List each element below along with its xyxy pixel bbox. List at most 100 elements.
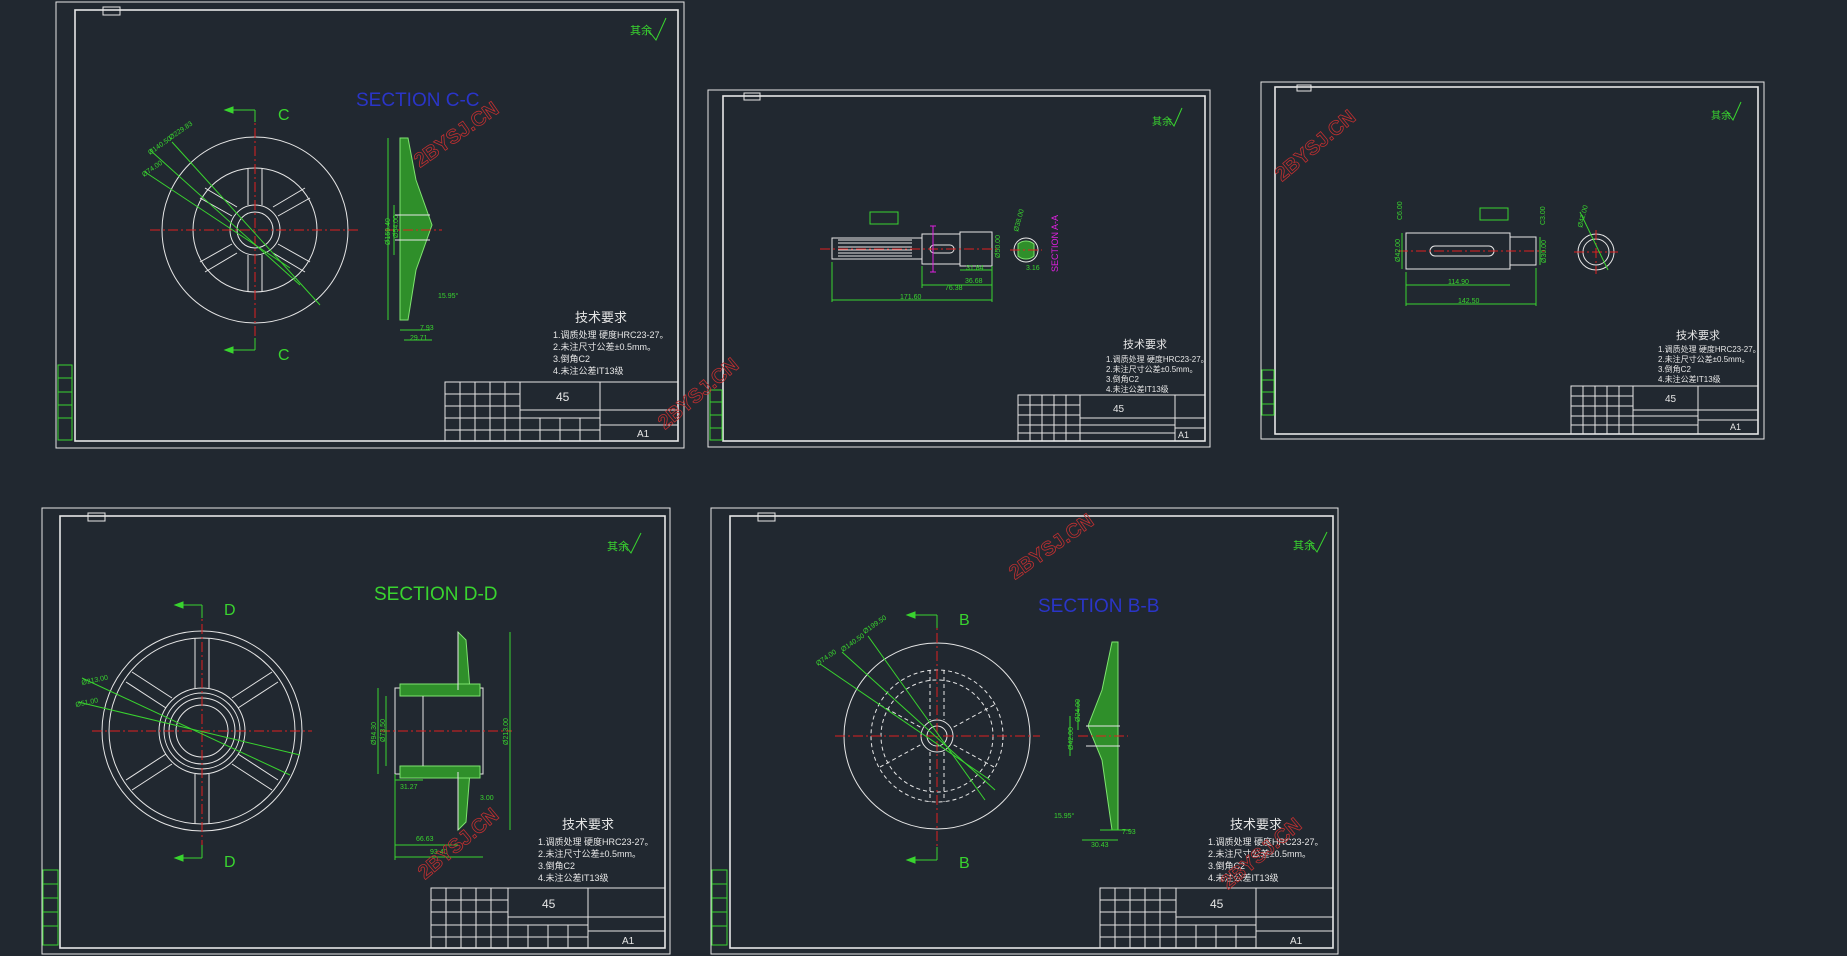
- requirement-line: 4.未注公差IT13级: [553, 365, 624, 376]
- title-block: 45 A1: [430, 887, 666, 949]
- sheet-scale: A1: [1730, 422, 1741, 432]
- requirement-line: 2.未注尺寸公差±0.5mm。: [1658, 354, 1750, 364]
- section-label: SECTION A-A: [1050, 215, 1060, 272]
- sheet-scale: A1: [637, 429, 650, 440]
- dim-thickness: 3.00: [480, 795, 494, 802]
- binding-strip: [57, 364, 73, 441]
- roughness-note: 其余: [1711, 109, 1731, 122]
- dim-diameter: Ø74.00: [141, 160, 164, 179]
- sheet-scale: A1: [622, 936, 635, 947]
- requirements-title: 技术要求: [562, 817, 614, 832]
- dim-width: 7.93: [420, 325, 434, 332]
- dim-chamfer: C3.00: [1540, 206, 1547, 225]
- watermark: 2BYSJ.CN: [1271, 106, 1360, 186]
- dim-length: 114.90: [1448, 279, 1469, 286]
- cad-canvas[interactable]: 其余 C C Ø229.83 Ø140.50 Ø74.00 Ø159.40 Ø5…: [0, 0, 1847, 956]
- requirement-line: 2.未注尺寸公差±0.5mm。: [553, 341, 656, 352]
- title-block: 45 A1: [1570, 385, 1759, 435]
- requirements-title: 技术要求: [1123, 338, 1167, 351]
- drawing-sheet-1[interactable]: 其余 C C Ø229.83 Ø140.50 Ø74.00 Ø159.40 Ø5…: [55, 1, 685, 449]
- hub-front-view: C C Ø229.83 Ø140.50 Ø74.00: [141, 106, 360, 364]
- roughness-note: 其余: [1152, 115, 1172, 128]
- dim-diameter: Ø140.50: [147, 135, 173, 156]
- material: 45: [1210, 897, 1224, 911]
- requirement-line: 3.倒角C2: [1106, 374, 1139, 384]
- requirement-line: 3.倒角C2: [538, 860, 575, 871]
- section-mark-top: D: [224, 602, 236, 619]
- dim-length: 31.27: [400, 784, 418, 791]
- section-mark-bottom: D: [224, 854, 236, 871]
- requirement-line: 1.调质处理 硬度HRC23-27。: [538, 836, 654, 847]
- material: 45: [1665, 394, 1677, 405]
- dim-length: 171.60: [900, 294, 922, 301]
- dim-width: 29.71: [410, 335, 428, 342]
- dim-height: Ø73.50: [380, 719, 387, 742]
- material: 45: [1113, 404, 1125, 415]
- dim-diameter: Ø30.00: [1541, 240, 1548, 263]
- drawing-sheet-4[interactable]: 其余 D D Ø213.00 Ø51.00 Ø94.30 Ø73.50 Ø213…: [41, 507, 671, 955]
- dim-key: 3.16: [1026, 265, 1040, 272]
- section-title: SECTION C-C: [356, 90, 480, 111]
- shaft-view: 171.60 76.38 36.68 31.84 Ø50.00 Ø38.00 3…: [820, 208, 1060, 302]
- dim-angle: 15.95°: [1054, 812, 1075, 820]
- dim-length: 36.68: [965, 278, 983, 285]
- dim-height: Ø54.00: [393, 215, 400, 238]
- requirement-line: 4.未注公差IT13级: [1106, 384, 1169, 394]
- dim-length: 31.84: [966, 265, 984, 272]
- dim-diameter: Ø42.00: [1395, 239, 1402, 262]
- dim-diameter: Ø229.83: [168, 120, 194, 141]
- sheet-scale: A1: [1290, 936, 1303, 947]
- section-mark-bottom: B: [959, 855, 970, 872]
- requirement-line: 4.未注公差IT13级: [538, 872, 609, 883]
- requirement-line: 1.调质处理 硬度HRC23-27。: [1658, 344, 1761, 354]
- watermark: 2BYSJ.CN: [1005, 510, 1098, 584]
- drawing-sheet-2[interactable]: 其余 171.60 76.38 36.68 31.84 Ø50.00 Ø38.0…: [707, 89, 1211, 448]
- dim-length: 66.63: [416, 836, 434, 843]
- dim-length: 142.50: [1458, 298, 1480, 305]
- requirement-line: 3.倒角C2: [553, 353, 590, 364]
- roughness-note: 其余: [630, 23, 652, 37]
- dim-diameter: Ø42.00: [1577, 204, 1590, 228]
- title-block: 45 A1: [1099, 887, 1334, 949]
- material: 45: [556, 390, 570, 404]
- requirements-title: 技术要求: [575, 310, 627, 325]
- dim-diameter: Ø50.00: [995, 235, 1002, 258]
- dim-height: Ø42.00: [1068, 727, 1075, 750]
- dim-diameter: Ø199.50: [862, 614, 888, 635]
- requirement-line: 2.未注尺寸公差±0.5mm。: [538, 848, 641, 859]
- dim-width: 7.93: [1122, 829, 1136, 836]
- dim-height: Ø24.00: [1075, 699, 1082, 722]
- dim-diameter: Ø213.00: [81, 675, 109, 687]
- requirement-line: 4.未注公差IT13级: [1658, 374, 1721, 384]
- dim-diameter: Ø51.00: [75, 697, 99, 709]
- dim-height: Ø213.00: [503, 718, 510, 745]
- title-block: 45 A1: [444, 381, 679, 442]
- hub-section-view: Ø42.00 Ø24.00 15.95° 30.43 7.93: [1054, 641, 1136, 849]
- dim-chamfer: C6.00: [1397, 201, 1404, 220]
- requirement-line: 3.倒角C2: [1658, 364, 1691, 374]
- section-title: SECTION D-D: [374, 584, 498, 605]
- sheet-scale: A1: [1178, 430, 1189, 440]
- material: 45: [542, 897, 556, 911]
- section-title: SECTION B-B: [1038, 596, 1159, 617]
- dim-diameter: Ø74.00: [815, 649, 838, 668]
- hub-front-view: B B Ø199.50 Ø140.50 Ø74.00: [815, 611, 1040, 872]
- watermark: 2BYSJ.CN: [654, 354, 743, 434]
- dim-angle: 15.95°: [438, 292, 459, 300]
- dim-diameter: Ø38.00: [1013, 208, 1026, 232]
- dim-height: Ø94.30: [371, 722, 378, 745]
- watermarks: 2BYSJ.CN 2BYSJ.CN 2BYSJ.CN 2BYSJ.CN 2BYS…: [410, 98, 1361, 895]
- dim-length: 76.38: [945, 285, 963, 292]
- requirement-line: 1.调质处理 硬度HRC23-27。: [1106, 354, 1209, 364]
- section-mark-bottom: C: [278, 347, 290, 364]
- hub-front-view: D D Ø213.00 Ø51.00: [75, 601, 312, 871]
- section-mark-top: B: [959, 612, 970, 629]
- dim-height: Ø159.40: [385, 218, 392, 245]
- requirement-line: 2.未注尺寸公差±0.5mm。: [1106, 364, 1198, 374]
- requirements-title: 技术要求: [1676, 329, 1720, 342]
- requirement-line: 1.调质处理 硬度HRC23-27。: [553, 329, 669, 340]
- title-block: 45 A1: [1017, 394, 1206, 442]
- section-mark-top: C: [278, 107, 290, 124]
- dim-diameter: Ø140.50: [840, 632, 866, 653]
- dim-width: 30.43: [1091, 842, 1109, 849]
